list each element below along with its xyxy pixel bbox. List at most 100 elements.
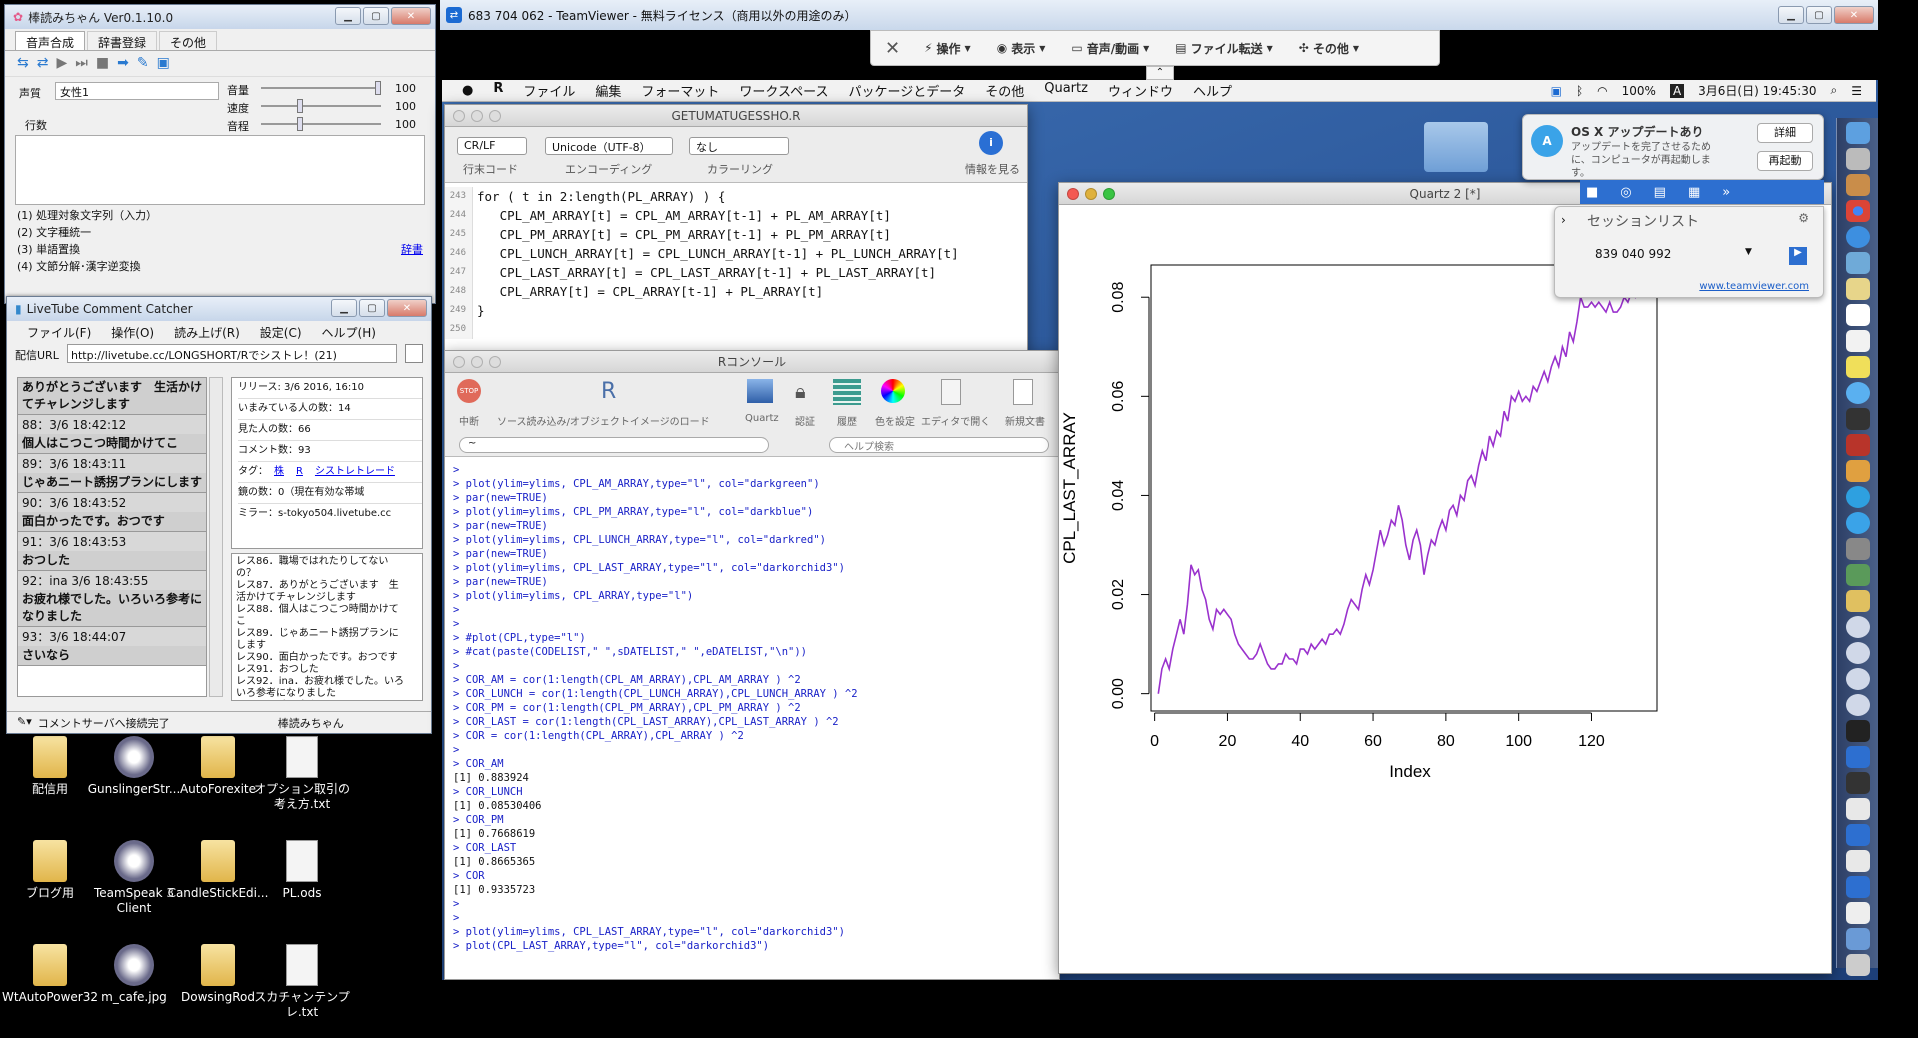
teamviewer-dock-icon-3[interactable]	[1845, 876, 1870, 898]
connect-button[interactable]: ▶	[1789, 247, 1807, 265]
mac-menu-item[interactable]: パッケージとデータ	[848, 81, 965, 100]
mac-menu-item[interactable]: Quartz	[1044, 81, 1088, 100]
session-id[interactable]: 839 040 992	[1595, 247, 1671, 261]
dict-link[interactable]: 辞書	[401, 241, 423, 258]
activity-icon[interactable]	[1845, 772, 1870, 794]
history-icon[interactable]	[833, 379, 861, 405]
mac-menu-item[interactable]: 編集	[595, 81, 621, 100]
volume-slider[interactable]	[261, 81, 381, 95]
photos-icon[interactable]	[1845, 174, 1870, 196]
headset-icon[interactable]: ◎	[1620, 185, 1631, 200]
stop-icon[interactable]: ■	[96, 55, 117, 71]
wifi-icon[interactable]: ◠	[1597, 84, 1607, 98]
tool-editor-label[interactable]: エディタで開く	[921, 413, 990, 428]
teamviewer-dock-icon-2[interactable]	[1845, 824, 1870, 846]
finder-icon[interactable]	[1845, 122, 1870, 144]
stickies-icon[interactable]	[1845, 356, 1870, 378]
livetube-menu-item[interactable]: ヘルプ(H)	[322, 324, 376, 340]
maximize-button[interactable]: ▢	[363, 7, 389, 25]
bluetooth-icon[interactable]: ᛒ	[1576, 84, 1583, 98]
tool-icon[interactable]: ✎	[137, 55, 157, 71]
tool-stop-label[interactable]: 中断	[459, 413, 479, 428]
arrow-icon[interactable]: ➡	[117, 55, 137, 71]
maximize-button[interactable]: ▢	[359, 299, 385, 317]
chat-icon[interactable]: ▤	[1654, 185, 1666, 200]
help-search-field[interactable]: ヘルプ検索	[829, 437, 1049, 453]
desktop-icon[interactable]: スカチャンテンプレ.txt	[250, 944, 354, 1020]
teamviewer-status-icon[interactable]: ▣	[1551, 84, 1562, 98]
comment-item[interactable]: ありがとうございます 生活かけてチャレンジします	[18, 378, 206, 415]
textedit-icon[interactable]	[1845, 330, 1870, 352]
r-app-icon-2[interactable]	[1845, 642, 1870, 664]
expand-icon[interactable]: »	[1722, 185, 1730, 200]
voice-select[interactable]: 女性1	[55, 82, 219, 100]
tool-auth-label[interactable]: 認証	[795, 413, 815, 428]
image-icon[interactable]	[1845, 798, 1870, 820]
close-session-icon[interactable]: ✕	[885, 38, 900, 59]
comment-item[interactable]: 93：3/6 18:44:07 さいなら	[18, 627, 206, 666]
list-icon[interactable]: ☰	[1851, 84, 1862, 98]
lock-icon[interactable]: 🔒︎	[795, 379, 806, 403]
desktop-icon[interactable]: オプション取引の考え方.txt	[250, 736, 354, 812]
photo-booth-icon[interactable]	[1845, 434, 1870, 456]
mac-menu-item[interactable]: ヘルプ	[1193, 81, 1232, 100]
url-go-button[interactable]	[405, 344, 423, 363]
toolbar-item[interactable]: ✣ その他 ▼	[1299, 40, 1359, 57]
battery-percent[interactable]: 100%	[1622, 84, 1656, 98]
editor-code[interactable]: 243 for ( t in 2:length(PL_ARRAY) ) {244 …	[445, 183, 1027, 343]
clip-icon[interactable]: ⇆	[17, 55, 37, 71]
terminal-icon[interactable]	[1845, 720, 1870, 742]
input-icon[interactable]: A	[1669, 83, 1685, 98]
trash-icon[interactable]	[1845, 954, 1870, 976]
minimize-button[interactable]: ▁	[1778, 6, 1804, 24]
collapse-arrow-icon[interactable]: ›	[1561, 213, 1566, 227]
desktop-icon[interactable]: PL.ods	[250, 840, 354, 901]
video-icon[interactable]: ■	[1586, 185, 1598, 200]
r-app-icon-3[interactable]	[1845, 668, 1870, 690]
quartz-icon[interactable]	[747, 379, 773, 403]
section-2[interactable]: (2) 文字種統一	[17, 224, 423, 241]
info-caption[interactable]: 情報を見る	[965, 161, 1020, 177]
info-icon[interactable]: i	[979, 131, 1003, 155]
update-restart-button[interactable]: 再起動	[1757, 151, 1813, 171]
appstore-dock-icon[interactable]	[1845, 512, 1870, 534]
tool-color-label[interactable]: 色を設定	[875, 413, 915, 428]
stop-icon[interactable]: STOP	[457, 379, 481, 403]
close-button[interactable]: ✕	[1834, 6, 1874, 24]
comment-item[interactable]: 91：3/6 18:43:53 おつした	[18, 532, 206, 571]
tab-other[interactable]: その他	[159, 31, 218, 50]
messages-icon[interactable]	[1845, 382, 1870, 404]
minimize-button[interactable]: ▁	[335, 7, 361, 25]
tag-link[interactable]: シストレトレード	[315, 466, 395, 477]
color-icon[interactable]	[881, 379, 905, 403]
coins-icon[interactable]	[1845, 590, 1870, 612]
facetime-icon[interactable]	[1845, 408, 1870, 430]
safari-icon[interactable]	[1845, 226, 1870, 248]
itunes-icon[interactable]	[1845, 486, 1870, 508]
dashboard-icon[interactable]	[1845, 564, 1870, 586]
tag-link[interactable]: 株	[274, 466, 284, 477]
editor-open-icon[interactable]	[941, 379, 961, 405]
tab-voice[interactable]: 音声合成	[15, 31, 86, 50]
comment-scrollbar[interactable]	[209, 377, 223, 697]
downloads-icon[interactable]	[1845, 850, 1870, 872]
mac-menu-item[interactable]: R	[493, 81, 503, 100]
section-4[interactable]: (4) 文節分解･漢字逆変換	[17, 258, 423, 275]
settings-icon[interactable]: ⚙	[1798, 211, 1809, 225]
url-input[interactable]: http://livetube.cc/LONGSHORT/Rでシストレ！(21)	[67, 344, 397, 363]
session-dropdown-icon[interactable]: ▼	[1745, 247, 1752, 257]
launchpad-icon[interactable]	[1845, 148, 1870, 170]
section-3[interactable]: (3) 単語置換	[17, 241, 80, 258]
close-button[interactable]: ✕	[387, 299, 427, 317]
folder-icon[interactable]	[1424, 122, 1488, 172]
clip2-icon[interactable]: ⇄	[37, 55, 57, 71]
update-details-button[interactable]: 詳細	[1757, 123, 1813, 143]
spotlight-icon[interactable]: ⌕	[1831, 83, 1838, 98]
play-icon[interactable]: ▶	[56, 55, 75, 71]
input-textarea[interactable]	[15, 135, 425, 205]
comment-item[interactable]: 89：3/6 18:43:11 じゃあニート誘拐プランにします	[18, 454, 206, 493]
chrome-icon[interactable]	[1845, 200, 1870, 222]
documents-stack-icon[interactable]	[1845, 928, 1870, 950]
close-button[interactable]: ✕	[391, 7, 431, 25]
pitch-slider[interactable]	[261, 117, 381, 131]
